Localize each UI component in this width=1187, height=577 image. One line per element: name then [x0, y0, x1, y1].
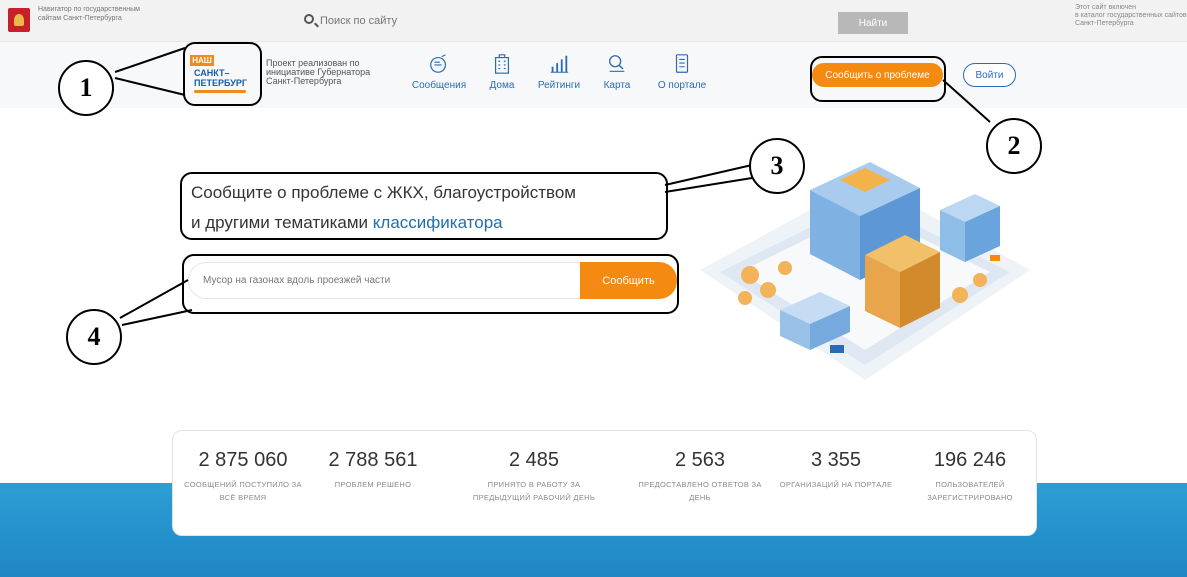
stat-value: 2 485 [508, 449, 560, 471]
stat-value: 2 563 [674, 449, 726, 471]
stat-value: 3 355 [810, 449, 862, 471]
stat-item: 2 485 ПРИНЯТО В РАБОТУ ЗА ПРЕДЫДУЩИЙ РАБ… [469, 449, 599, 504]
stat-value: 196 246 [933, 449, 1007, 471]
stat-label: ОРГАНИЗАЦИЙ НА ПОРТАЛЕ [779, 480, 893, 489]
stat-item: 2 563 ПРЕДОСТАВЛЕНО ОТВЕТОВ ЗА ДЕНЬ [635, 449, 765, 504]
stat-item: 196 246 ПОЛЬЗОВАТЕЛЕЙ ЗАРЕГИСТРИРОВАНО [905, 449, 1035, 504]
annotation-box-3 [180, 172, 668, 240]
stat-label: ПРЕДОСТАВЛЕНО ОТВЕТОВ ЗА ДЕНЬ [638, 480, 762, 502]
stat-item: 2 788 561 ПРОБЛЕМ РЕШЕНО [308, 449, 438, 491]
stat-label: ПРИНЯТО В РАБОТУ ЗА ПРЕДЫДУЩИЙ РАБОЧИЙ Д… [472, 480, 596, 502]
annotation-box-1 [183, 42, 262, 106]
stat-label: ПОЛЬЗОВАТЕЛЕЙ ЗАРЕГИСТРИРОВАНО [927, 480, 1013, 502]
stat-item: 3 355 ОРГАНИЗАЦИЙ НА ПОРТАЛЕ [771, 449, 901, 491]
annotation-marker-1: 1 [58, 60, 114, 116]
stat-value: 2 788 561 [328, 449, 418, 471]
annotation-marker-3: 3 [749, 138, 805, 194]
stat-value: 2 875 060 [198, 449, 288, 471]
annotation-box-4 [182, 254, 679, 314]
stat-label: СООБЩЕНИЙ ПОСТУПИЛО ЗА ВСЁ ВРЕМЯ [184, 480, 302, 502]
annotation-box-2 [810, 56, 946, 102]
stat-item: 2 875 060 СООБЩЕНИЙ ПОСТУПИЛО ЗА ВСЁ ВРЕ… [178, 449, 308, 504]
annotation-marker-4: 4 [66, 309, 122, 365]
stats-panel: 2 875 060 СООБЩЕНИЙ ПОСТУПИЛО ЗА ВСЁ ВРЕ… [172, 430, 1037, 536]
annotation-marker-2: 2 [986, 118, 1042, 174]
stat-label: ПРОБЛЕМ РЕШЕНО [334, 480, 412, 489]
